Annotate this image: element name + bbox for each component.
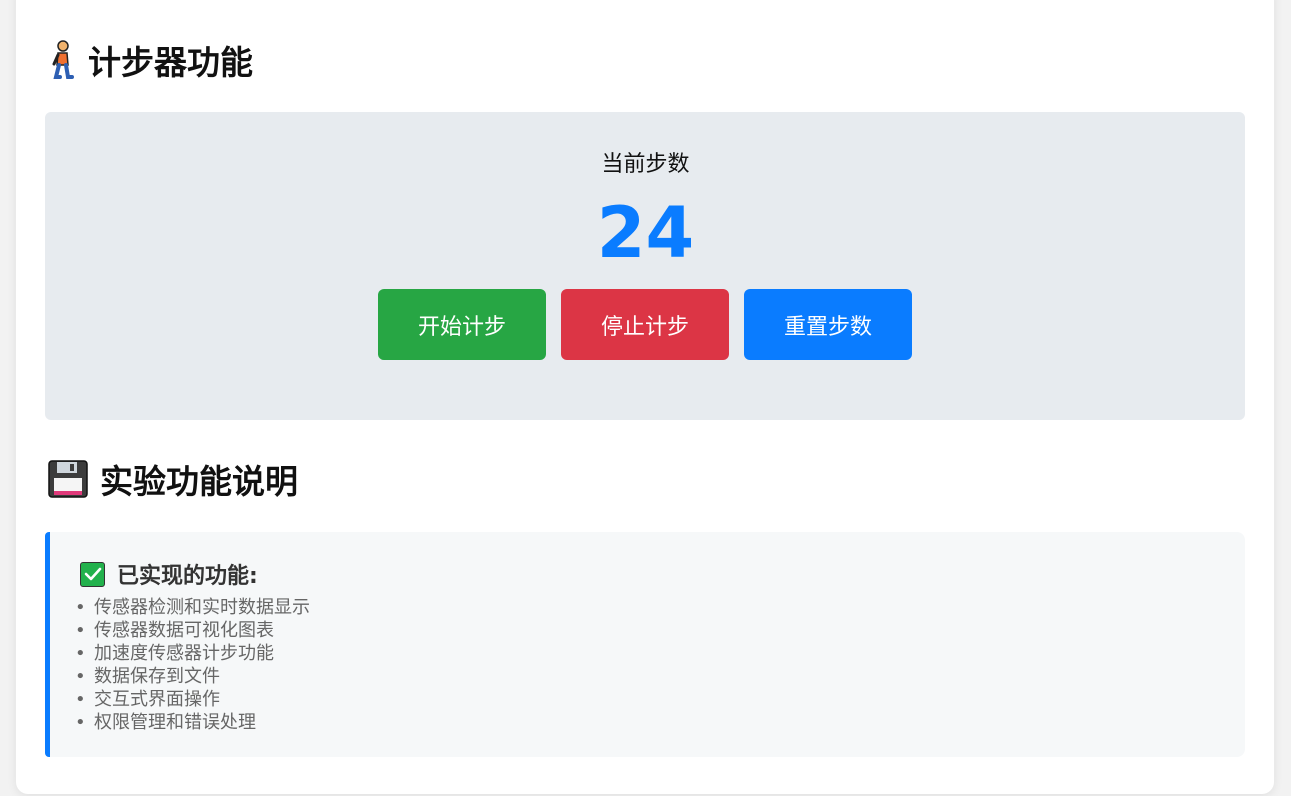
check-mark-icon	[80, 561, 105, 587]
feature-item: 权限管理和错误处理	[75, 711, 310, 734]
walking-person-icon	[46, 40, 78, 80]
feature-item: 交互式界面操作	[75, 688, 310, 711]
feature-item: 数据保存到文件	[75, 665, 310, 688]
floppy-disk-icon	[46, 459, 90, 499]
features-heading: 已实现的功能:	[80, 558, 258, 590]
experiment-title: 实验功能说明	[100, 462, 298, 501]
feature-item: 加速度传感器计步功能	[75, 642, 310, 665]
features-list: 传感器检测和实时数据显示 传感器数据可视化图表 加速度传感器计步功能 数据保存到…	[75, 596, 310, 734]
features-box: 已实现的功能: 传感器检测和实时数据显示 传感器数据可视化图表 加速度传感器计步…	[45, 532, 1245, 757]
pedometer-heading: 计步器功能	[46, 36, 253, 84]
current-steps-label: 当前步数	[601, 152, 690, 177]
pedometer-title: 计步器功能	[88, 43, 253, 82]
stop-counting-button[interactable]: 停止计步	[561, 289, 729, 360]
features-heading-text: 已实现的功能:	[117, 564, 258, 589]
step-count: 24	[596, 192, 695, 274]
feature-item: 传感器检测和实时数据显示	[75, 596, 310, 619]
reset-steps-button[interactable]: 重置步数	[744, 289, 912, 360]
start-counting-button[interactable]: 开始计步	[378, 289, 546, 360]
feature-item: 传感器数据可视化图表	[75, 619, 310, 642]
experiment-heading: 实验功能说明	[46, 455, 298, 503]
